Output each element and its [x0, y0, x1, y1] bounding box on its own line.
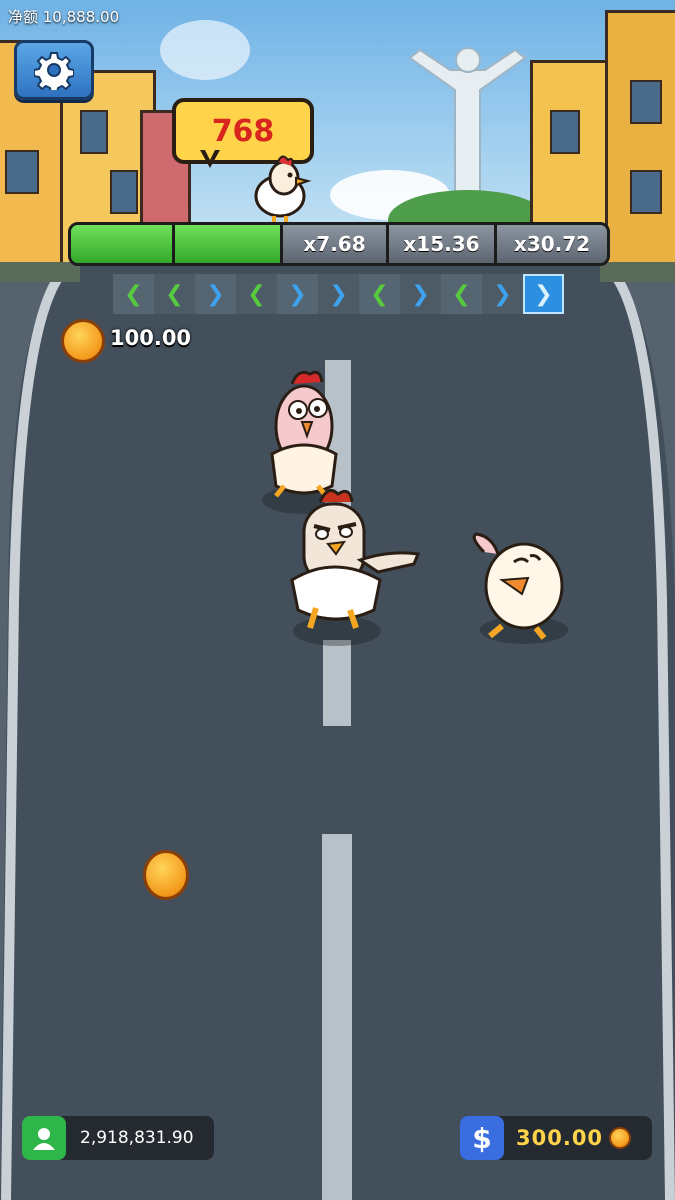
lane-arrow-right-icon: ❯ — [400, 274, 441, 314]
bet-coin-icon — [61, 319, 105, 363]
lane-arrow-right-icon: ❯ — [482, 274, 523, 314]
multiplier-segment: x7.68 — [283, 225, 389, 263]
lane-arrow-left-icon: ❮ — [359, 274, 400, 314]
multiplier-segment: x15.36 — [389, 225, 497, 263]
lane-arrow-left-icon: ❮ — [441, 274, 482, 314]
laughing-chick — [472, 532, 564, 640]
lane-arrow-left-icon: ❮ — [236, 274, 277, 314]
bet-amount-label: 100.00 — [110, 326, 192, 350]
settings-button[interactable] — [14, 40, 94, 100]
lane-arrow-right-icon: ❯ — [195, 274, 236, 314]
lane-arrow-right-icon: ❯ — [318, 274, 359, 314]
multiplier-segment: x30.72 — [497, 225, 607, 263]
balance-panel: 2,918,831.90 — [22, 1116, 214, 1160]
dollar-icon: $ — [460, 1116, 504, 1160]
pointing-chicken — [290, 488, 421, 629]
progress-segment-filled — [175, 225, 283, 263]
lane-arrow-left-icon: ❮ — [154, 274, 195, 314]
player-chicken-marker — [254, 155, 312, 222]
stake-value: 300.00 — [516, 1126, 604, 1150]
progress-segment-filled — [71, 225, 175, 263]
lane-arrow-strip: ❮ ❮ ❯ ❮ ❯ ❯ ❮ ❯ ❮ ❯ ❯ — [113, 274, 564, 314]
bubble-tail — [204, 148, 216, 160]
balance-value: 2,918,831.90 — [80, 1128, 194, 1148]
stake-button[interactable]: $ 300.00 — [460, 1116, 652, 1160]
net-amount-label: 净额 10,888.00 — [8, 8, 120, 26]
lane-arrow-left-icon: ❮ — [113, 274, 154, 314]
score-value: 768 — [211, 113, 275, 149]
lane-arrow-right-icon: ❯ — [277, 274, 318, 314]
coin-pickup[interactable] — [143, 850, 189, 900]
user-icon — [22, 1116, 66, 1160]
coin-icon — [609, 1127, 632, 1149]
progress-bar: x7.68 x15.36 x30.72 — [68, 222, 610, 266]
gear-icon — [34, 52, 74, 90]
lane-arrow-right-icon[interactable]: ❯ — [523, 274, 564, 314]
